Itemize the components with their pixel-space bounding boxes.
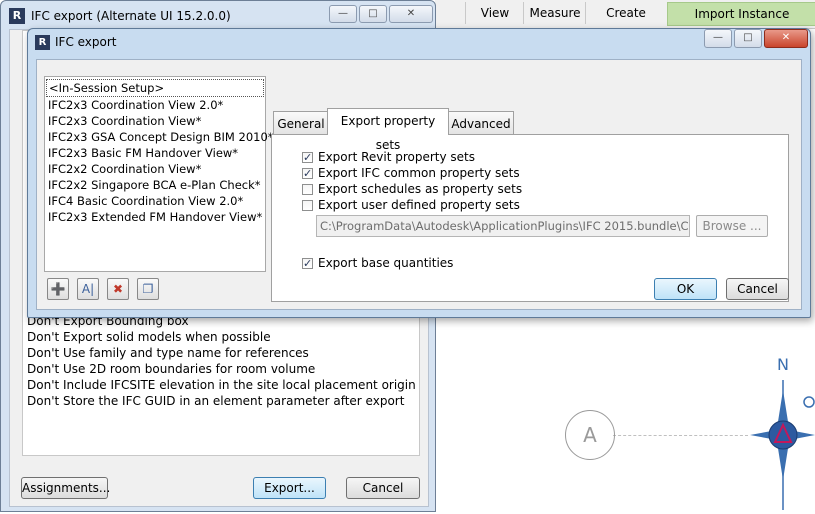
- export-user-defined-row[interactable]: Export user defined property sets: [302, 197, 520, 213]
- section-marker: A: [565, 410, 615, 460]
- ribbon-tab-measure[interactable]: Measure: [523, 2, 586, 24]
- export-base-quantities-checkbox[interactable]: [302, 256, 313, 272]
- close-icon[interactable]: ✕: [389, 5, 433, 23]
- ok-button[interactable]: OK: [654, 278, 717, 300]
- maximize-icon[interactable]: □: [359, 5, 387, 23]
- list-item: Don't Store the IFC GUID in an element p…: [27, 394, 405, 408]
- export-schedules-label: Export schedules as property sets: [318, 182, 523, 196]
- export-ifc-common-row[interactable]: Export IFC common property sets: [302, 165, 520, 182]
- setup-item[interactable]: IFC2x3 Basic FM Handover View*: [45, 145, 265, 161]
- window-controls: — □ ✕: [704, 29, 810, 48]
- close-icon[interactable]: ✕: [764, 29, 808, 48]
- export-base-quantities-label: Export base quantities: [318, 256, 454, 270]
- revit-logo-icon: R: [9, 8, 25, 24]
- export-user-defined-label: Export user defined property sets: [318, 198, 520, 212]
- ribbon-tab-view[interactable]: View: [465, 2, 524, 24]
- dialog-title: IFC export: [55, 35, 117, 49]
- setup-item[interactable]: IFC2x2 Singapore BCA e-Plan Check*: [45, 177, 265, 193]
- ribbon-tab-bar: View Measure Create Import Instance: [435, 0, 815, 29]
- list-item: Don't Include IFCSITE elevation in the s…: [27, 378, 416, 392]
- cancel-button[interactable]: Cancel: [346, 477, 420, 499]
- export-schedules-checkbox[interactable]: [302, 184, 313, 195]
- revit-logo-icon: R: [35, 35, 50, 50]
- user-defined-path-field[interactable]: C:\ProgramData\Autodesk\ApplicationPlugi…: [316, 215, 690, 237]
- minimize-icon[interactable]: —: [704, 29, 732, 48]
- export-ifc-common-label: Export IFC common property sets: [318, 166, 520, 180]
- tab-advanced[interactable]: Advanced: [448, 111, 514, 135]
- dialog-body: <In-Session Setup> IFC2x3 Coordination V…: [36, 59, 802, 310]
- setup-item[interactable]: IFC2x3 GSA Concept Design BIM 2010*: [45, 129, 274, 145]
- maximize-icon[interactable]: □: [734, 29, 762, 48]
- tab-export-property-sets[interactable]: Export property sets: [327, 108, 449, 152]
- minimize-icon[interactable]: —: [329, 5, 357, 23]
- delete-setup-icon[interactable]: ✖: [107, 278, 129, 300]
- export-base-quantities-row[interactable]: Export base quantities: [302, 255, 454, 272]
- setup-item[interactable]: IFC2x3 Extended FM Handover View*: [45, 209, 265, 225]
- export-ifc-common-checkbox[interactable]: [302, 166, 313, 182]
- window-title: IFC export (Alternate UI 15.2.0.0): [31, 9, 231, 23]
- north-compass-icon: N: [750, 355, 815, 510]
- ribbon-tab-create[interactable]: Create: [585, 2, 666, 24]
- setup-item[interactable]: IFC2x3 Coordination View 2.0*: [45, 97, 265, 113]
- setup-item-in-session[interactable]: <In-Session Setup>: [46, 79, 264, 97]
- north-label: N: [777, 355, 789, 374]
- list-item: Don't Use 2D room boundaries for room vo…: [27, 362, 316, 376]
- rename-setup-icon[interactable]: A|: [77, 278, 99, 300]
- ifc-export-dialog: R IFC export — □ ✕ <In-Session Setup> IFC2…: [27, 28, 811, 318]
- list-item: Don't Export solid models when possible: [27, 330, 271, 344]
- cancel-button[interactable]: Cancel: [726, 278, 789, 300]
- property-sets-panel: Export Revit property sets Export IFC co…: [271, 134, 789, 302]
- new-setup-icon[interactable]: ➕: [47, 278, 69, 300]
- export-user-defined-checkbox[interactable]: [302, 200, 313, 211]
- setup-item[interactable]: IFC2x3 Coordination View*: [45, 113, 265, 129]
- browse-button[interactable]: Browse ...: [696, 215, 768, 237]
- copy-setup-icon[interactable]: ❐: [137, 278, 159, 300]
- section-line: [613, 435, 748, 436]
- setup-item[interactable]: IFC2x2 Coordination View*: [45, 161, 265, 177]
- setup-list[interactable]: <In-Session Setup> IFC2x3 Coordination V…: [44, 76, 274, 272]
- list-item: Don't Use family and type name for refer…: [27, 346, 309, 360]
- tab-general[interactable]: General: [273, 111, 329, 135]
- assignments-button[interactable]: Assignments...: [21, 477, 110, 499]
- export-schedules-row[interactable]: Export schedules as property sets: [302, 181, 522, 197]
- export-revit-psets-checkbox[interactable]: [302, 150, 313, 166]
- export-button[interactable]: Export...: [253, 477, 326, 499]
- window-controls: — □ ✕: [329, 5, 435, 23]
- ribbon-tab-import-instance[interactable]: Import Instance: [667, 2, 815, 26]
- setup-item[interactable]: IFC4 Basic Coordination View 2.0*: [45, 193, 265, 209]
